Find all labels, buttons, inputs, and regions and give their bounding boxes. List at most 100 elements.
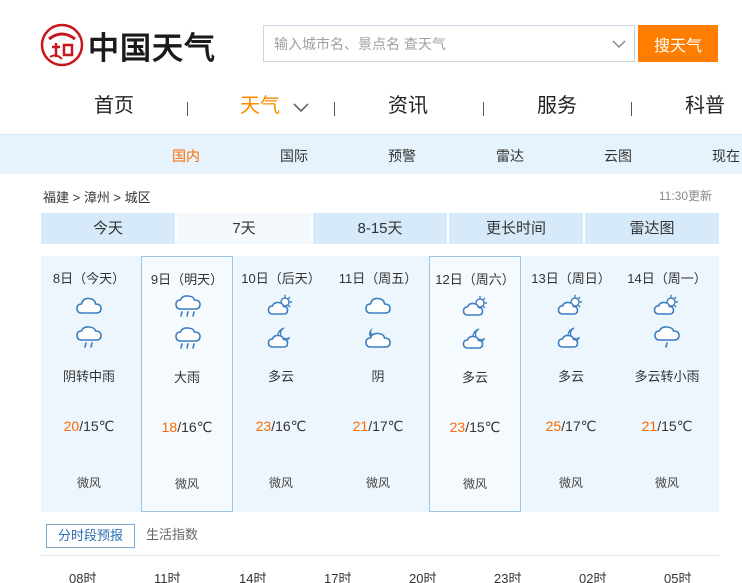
hour-axis: 08时 11时 14时 17时 20时 23时 02时 05时 bbox=[0, 568, 742, 583]
seven-day-forecast: 8日（今天） 阴转中雨 20/15℃ 微风 9日（明天） 大雨 18/16℃ 微… bbox=[41, 256, 719, 512]
nav-weather[interactable]: 天气 bbox=[240, 93, 280, 119]
weather-desc: 阴 bbox=[371, 369, 385, 384]
chevron-down-icon[interactable] bbox=[293, 101, 309, 119]
temp-high: 25 bbox=[545, 418, 562, 434]
rain-icon bbox=[654, 326, 680, 348]
temperature: 23/15℃ bbox=[430, 419, 520, 436]
forecast-day[interactable]: 14日（周一） 多云转小雨 21/15℃ 微风 bbox=[621, 256, 713, 512]
temp-high: 21 bbox=[641, 418, 658, 434]
temp-low: /17℃ bbox=[368, 418, 404, 434]
partly-cloudy-sun-icon bbox=[557, 294, 583, 315]
tab-life-index[interactable]: 生活指数 bbox=[135, 524, 209, 548]
weather-desc: 多云 bbox=[557, 369, 584, 384]
divider bbox=[41, 555, 719, 556]
breadcrumb[interactable]: 福建 > 漳州 > 城区 bbox=[43, 187, 151, 206]
subnav-radar[interactable]: 雷达 bbox=[496, 146, 524, 166]
day-date: 12日（周六） bbox=[435, 272, 515, 287]
weather-desc: 多云转小雨 bbox=[634, 369, 700, 384]
temp-high: 23 bbox=[255, 418, 272, 434]
chevron-down-icon[interactable] bbox=[604, 26, 634, 61]
hour-label: 05时 bbox=[664, 571, 692, 583]
tab-7-days[interactable]: 7天 bbox=[177, 213, 311, 244]
nav-news[interactable]: 资讯 bbox=[388, 93, 428, 119]
weather-desc: 阴转中雨 bbox=[62, 369, 115, 384]
subnav-international[interactable]: 国际 bbox=[280, 146, 308, 166]
wind: 微风 bbox=[462, 477, 487, 491]
day-date: 11日（周五） bbox=[338, 271, 418, 286]
partly-cloudy-sun-icon bbox=[462, 295, 488, 316]
nav-service[interactable]: 服务 bbox=[537, 93, 577, 119]
forecast-day[interactable]: 10日（后天） 多云 23/16℃ 微风 bbox=[235, 256, 327, 512]
weather-desc: 多云 bbox=[267, 369, 294, 384]
site-logo[interactable]: 中国天气 bbox=[40, 22, 216, 68]
weather-desc: 大雨 bbox=[173, 370, 200, 385]
temperature: 21/17℃ bbox=[332, 418, 424, 435]
day-date: 9日（明天） bbox=[150, 272, 224, 287]
tab-radar-map[interactable]: 雷达图 bbox=[585, 213, 719, 244]
forecast-day[interactable]: 12日（周六） 多云 23/15℃ 微风 bbox=[429, 256, 521, 512]
temperature: 25/17℃ bbox=[525, 418, 617, 435]
temp-low: /15℃ bbox=[465, 419, 501, 435]
detail-tabs: 分时段预报 生活指数 bbox=[46, 524, 209, 548]
temp-low: /16℃ bbox=[177, 419, 213, 435]
partly-cloudy-moon-icon bbox=[462, 328, 486, 349]
search-box bbox=[263, 25, 635, 62]
hour-label: 14时 bbox=[239, 571, 267, 583]
cloudy-icon bbox=[76, 297, 102, 314]
partly-cloudy-moon-icon bbox=[267, 327, 291, 348]
wind: 微风 bbox=[268, 476, 293, 490]
day-date: 10日（后天） bbox=[241, 271, 321, 286]
hour-label: 20时 bbox=[409, 571, 437, 583]
temp-high: 20 bbox=[63, 418, 80, 434]
update-time: 11:30更新 bbox=[658, 189, 712, 203]
search-input[interactable] bbox=[264, 26, 604, 61]
search-button[interactable]: 搜天气 bbox=[638, 25, 718, 62]
subnav-domestic[interactable]: 国内 bbox=[172, 146, 200, 166]
tab-8-15-days[interactable]: 8-15天 bbox=[313, 213, 447, 244]
temp-low: /15℃ bbox=[657, 418, 693, 434]
subnav-warning[interactable]: 预警 bbox=[388, 146, 416, 166]
tab-today[interactable]: 今天 bbox=[41, 213, 175, 244]
hour-label: 17时 bbox=[324, 571, 352, 583]
hour-label: 08时 bbox=[69, 571, 97, 583]
wind: 微风 bbox=[558, 476, 583, 490]
main-nav: 首页 天气 资讯 服务 科普 bbox=[0, 88, 742, 126]
sub-nav: 国内 国际 预警 雷达 云图 现在 bbox=[0, 134, 742, 174]
forecast-day[interactable]: 11日（周五） 阴 21/17℃ 微风 bbox=[332, 256, 424, 512]
logo-seal-icon bbox=[40, 23, 84, 67]
logo-text: 中国天气 bbox=[88, 30, 216, 67]
weather-desc: 多云 bbox=[461, 370, 488, 385]
temperature: 23/16℃ bbox=[235, 418, 327, 435]
temp-low: /15℃ bbox=[79, 418, 115, 434]
nav-divider bbox=[631, 102, 632, 116]
nav-science[interactable]: 科普 bbox=[685, 93, 725, 119]
heavy-rain-icon bbox=[175, 295, 201, 317]
nav-divider bbox=[187, 102, 188, 116]
temp-low: /16℃ bbox=[271, 418, 307, 434]
subnav-cloud-map[interactable]: 云图 bbox=[604, 146, 632, 166]
day-date: 8日（今天） bbox=[52, 271, 126, 286]
nav-divider bbox=[334, 102, 335, 116]
temperature: 20/15℃ bbox=[43, 418, 135, 435]
forecast-day[interactable]: 13日（周日） 多云 25/17℃ 微风 bbox=[525, 256, 617, 512]
cloudy-icon bbox=[365, 297, 391, 314]
partly-cloudy-sun-icon bbox=[653, 294, 679, 315]
forecast-day[interactable]: 9日（明天） 大雨 18/16℃ 微风 bbox=[141, 256, 233, 512]
site-header: 中国天气 搜天气 首页 天气 资讯 服务 科普 bbox=[0, 0, 742, 134]
wind: 微风 bbox=[174, 477, 199, 491]
rain-icon bbox=[76, 326, 102, 348]
tab-hourly-forecast[interactable]: 分时段预报 bbox=[46, 524, 136, 548]
partly-cloudy-moon-icon bbox=[557, 327, 581, 348]
nav-home[interactable]: 首页 bbox=[94, 93, 134, 119]
temp-low: /17℃ bbox=[561, 418, 597, 434]
temp-high: 21 bbox=[352, 418, 369, 434]
wind: 微风 bbox=[365, 476, 390, 490]
temp-high: 23 bbox=[449, 419, 466, 435]
hour-label: 02时 bbox=[579, 571, 607, 583]
nav-divider bbox=[483, 102, 484, 116]
wind: 微风 bbox=[654, 476, 679, 490]
tab-longer[interactable]: 更长时间 bbox=[449, 213, 583, 244]
day-date: 13日（周日） bbox=[531, 271, 611, 286]
subnav-now[interactable]: 现在 bbox=[712, 146, 740, 166]
forecast-day[interactable]: 8日（今天） 阴转中雨 20/15℃ 微风 bbox=[43, 256, 135, 512]
